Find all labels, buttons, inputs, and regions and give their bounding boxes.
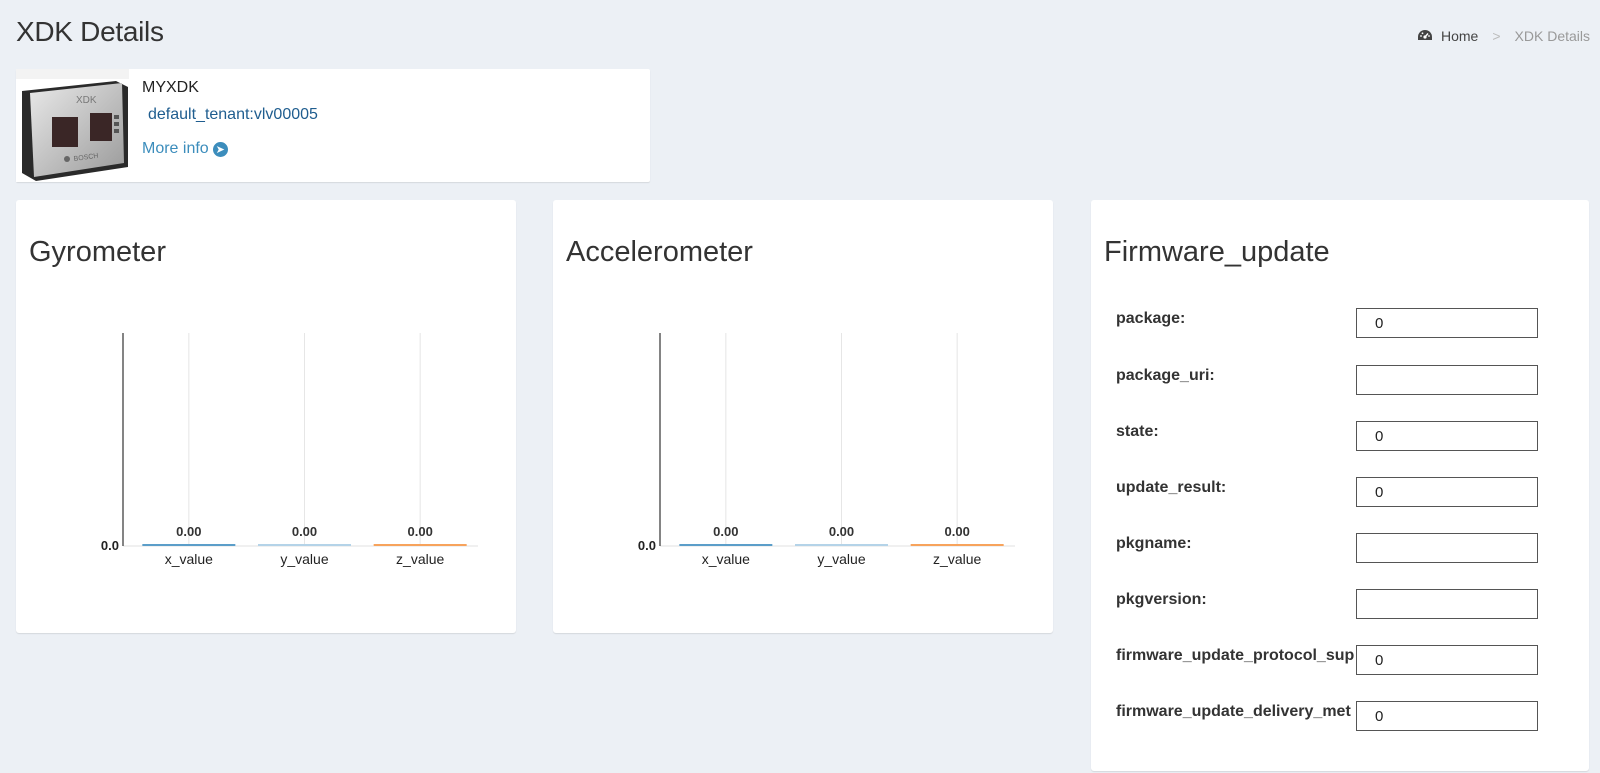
firmware-field-label: pkgname:	[1116, 535, 1192, 552]
accelerometer-bar	[910, 544, 1004, 546]
gyrometer-data-label: 0.00	[292, 524, 317, 539]
breadcrumb-current: XDK Details	[1514, 28, 1590, 44]
device-name: MYXDK	[142, 79, 199, 96]
accelerometer-panel: Accelerometer 0.0 0.00 x_value 0.00 y_value 0…	[553, 200, 1053, 633]
accelerometer-category-label: y_value	[817, 551, 865, 567]
firmware-field-row: state:	[1116, 421, 1576, 451]
firmware-field-row: package_uri:	[1116, 365, 1576, 395]
firmware-field-row: update_result:	[1116, 477, 1576, 507]
gyrometer-category-label: x_value	[165, 551, 213, 567]
firmware-field-input[interactable]	[1356, 589, 1538, 619]
device-image: XDK BOSCH	[16, 69, 129, 182]
breadcrumb-home-label: Home	[1440, 28, 1479, 44]
firmware-field-input[interactable]	[1356, 308, 1538, 338]
firmware-field-input[interactable]	[1356, 533, 1538, 563]
firmware-field-row: firmware_update_delivery_met	[1116, 701, 1576, 731]
gyrometer-bar	[142, 544, 236, 546]
firmware-field-row: package:	[1116, 308, 1576, 338]
gyrometer-data-label: 0.00	[176, 524, 201, 539]
gyrometer-category-label: y_value	[280, 551, 328, 567]
firmware-field-label: state:	[1116, 423, 1159, 440]
breadcrumb-home-link[interactable]: Home	[1417, 28, 1478, 44]
breadcrumb-separator: >	[1492, 28, 1501, 44]
dashboard-icon	[1417, 30, 1432, 40]
gyrometer-chart: 0.0 0.00 x_value 0.00 y_value 0.00 z_value	[101, 333, 478, 567]
accelerometer-bar	[795, 544, 888, 546]
device-info-box: XDK BOSCH MYXDK default_tenant:vlv00005 …	[16, 69, 650, 182]
firmware-update-title: Firmware_update	[1104, 236, 1330, 268]
accelerometer-bar	[679, 544, 773, 546]
gyrometer-bar	[258, 544, 351, 546]
device-tenant: default_tenant:vlv00005	[148, 106, 318, 123]
firmware-field-input[interactable]	[1356, 645, 1538, 675]
gyrometer-data-label: 0.00	[408, 524, 433, 539]
gyrometer-panel: Gyrometer 0.0 0.00 x_value 0.00 y_value 0.00 z…	[16, 200, 516, 633]
firmware-field-input[interactable]	[1356, 365, 1538, 395]
accelerometer-category-label: x_value	[702, 551, 750, 567]
firmware-field-row: firmware_update_protocol_sup	[1116, 645, 1576, 675]
more-info-link[interactable]: More info ➤	[142, 140, 228, 158]
firmware-field-row: pkgname:	[1116, 533, 1576, 563]
accelerometer-data-label: 0.00	[945, 524, 970, 539]
firmware-field-input[interactable]	[1356, 701, 1538, 731]
firmware-field-label: package_uri:	[1116, 367, 1215, 384]
firmware-field-input[interactable]	[1356, 421, 1538, 451]
accelerometer-chart: 0.0 0.00 x_value 0.00 y_value 0.00 z_value	[638, 333, 1015, 567]
page-title: XDK Details	[16, 16, 164, 47]
firmware-field-label: firmware_update_protocol_sup	[1116, 647, 1355, 664]
firmware-update-panel: Firmware_update package: package_uri:stat…	[1091, 200, 1589, 771]
breadcrumb: Home > XDK Details	[1417, 28, 1590, 44]
gyrometer-bar	[373, 544, 467, 546]
firmware-field-row: pkgversion:	[1116, 589, 1576, 619]
accelerometer-data-label: 0.00	[713, 524, 738, 539]
firmware-field-label: update_result:	[1116, 479, 1227, 496]
device-image-brand: XDK	[76, 95, 97, 106]
accelerometer-y-tick-label: 0.0	[638, 538, 656, 553]
firmware-field-label: package:	[1116, 310, 1186, 327]
gyrometer-category-label: z_value	[396, 551, 444, 567]
accelerometer-category-label: z_value	[933, 551, 981, 567]
accelerometer-data-label: 0.00	[829, 524, 854, 539]
firmware-field-label: pkgversion:	[1116, 591, 1207, 608]
arrow-circle-right-icon: ➤	[212, 141, 228, 157]
gyrometer-y-tick-label: 0.0	[101, 538, 119, 553]
more-info-label: More info	[142, 140, 209, 157]
firmware-field-label: firmware_update_delivery_met	[1116, 703, 1351, 720]
firmware-field-input[interactable]	[1356, 477, 1538, 507]
